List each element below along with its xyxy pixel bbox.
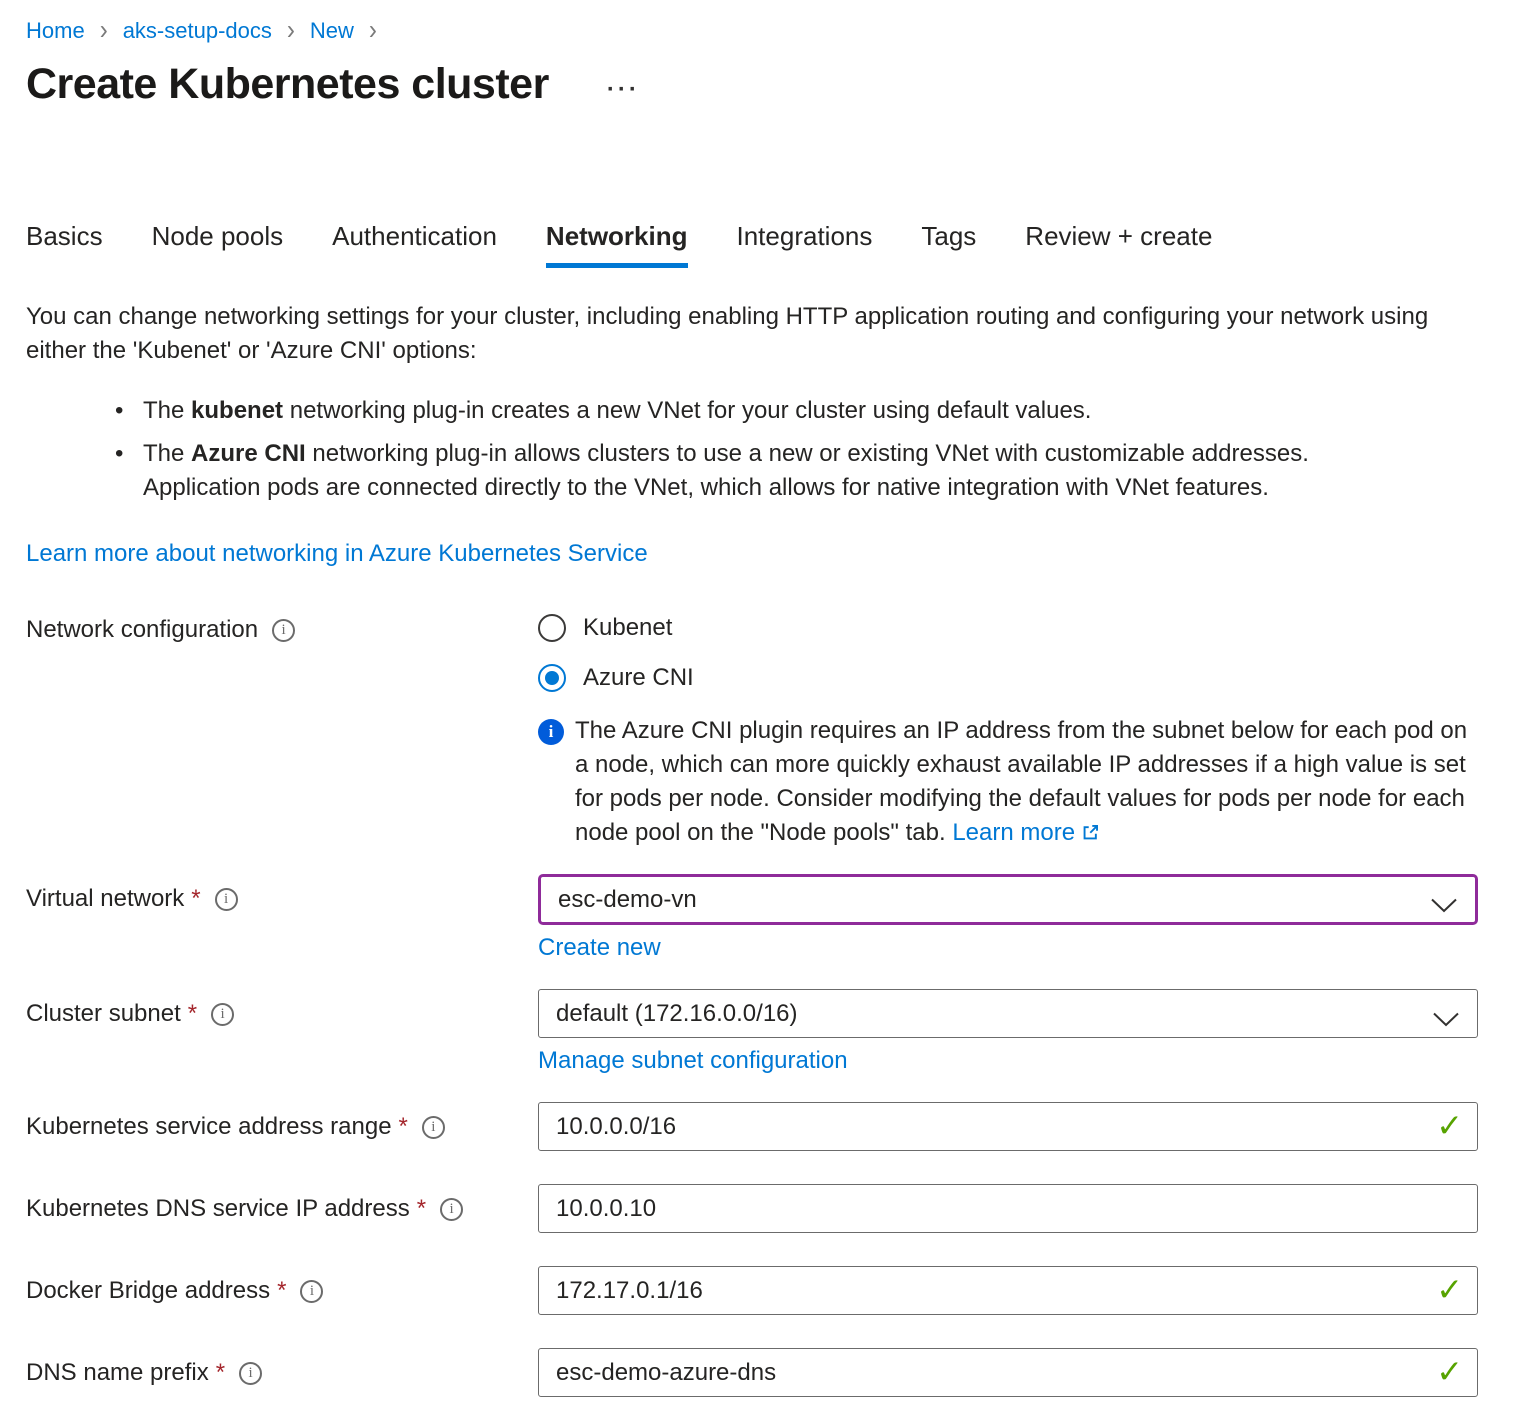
cluster-subnet-value: default (172.16.0.0/16) [556, 1000, 798, 1028]
docker-bridge-label: Docker Bridge address [26, 1277, 270, 1305]
dns-name-prefix-control: esc-demo-azure-dns ✓ [538, 1348, 1478, 1397]
dns-name-prefix-label: DNS name prefix [26, 1359, 209, 1387]
required-asterisk: * [191, 885, 200, 913]
tab-authentication[interactable]: Authentication [332, 221, 497, 268]
info-icon[interactable]: i [211, 1003, 234, 1026]
virtual-network-row: Virtual network * i esc-demo-vn Create n… [26, 874, 1490, 962]
required-asterisk: * [188, 1000, 197, 1028]
radio-unselected-icon [538, 614, 566, 642]
breadcrumb: Home › aks-setup-docs › New › [26, 16, 1490, 46]
intro-paragraph: You can change networking settings for y… [26, 300, 1436, 368]
cluster-subnet-select[interactable]: default (172.16.0.0/16) [538, 989, 1478, 1038]
breadcrumb-home[interactable]: Home [26, 16, 85, 46]
info-icon[interactable]: i [300, 1280, 323, 1303]
docker-bridge-label-cell: Docker Bridge address * i [26, 1266, 538, 1305]
info-icon[interactable]: i [272, 619, 295, 642]
tab-networking[interactable]: Networking [546, 221, 688, 268]
title-row: Create Kubernetes cluster ··· [26, 60, 1490, 109]
chevron-right-icon: › [369, 14, 377, 49]
dns-service-ip-input[interactable]: 10.0.0.10 [538, 1184, 1478, 1233]
radio-kubenet[interactable]: Kubenet [538, 614, 1478, 642]
dns-name-prefix-value: esc-demo-azure-dns [556, 1359, 776, 1387]
dns-name-prefix-label-cell: DNS name prefix * i [26, 1348, 538, 1387]
networking-form: Network configuration i Kubenet Azure CN… [26, 614, 1490, 1397]
learn-more-networking-link[interactable]: Learn more about networking in Azure Kub… [26, 540, 648, 568]
tab-node-pools[interactable]: Node pools [152, 221, 284, 268]
virtual-network-select[interactable]: esc-demo-vn [538, 874, 1478, 925]
bullet-kubenet: The kubenet networking plug-in creates a… [143, 394, 1326, 428]
service-address-range-label-cell: Kubernetes service address range * i [26, 1102, 538, 1141]
virtual-network-label-cell: Virtual network * i [26, 874, 538, 913]
cluster-subnet-label-cell: Cluster subnet * i [26, 989, 538, 1028]
external-link-icon [1081, 818, 1100, 852]
create-kubernetes-cluster-page: Home › aks-setup-docs › New › Create Kub… [0, 0, 1516, 1421]
azure-cni-info-note: i The Azure CNI plugin requires an IP ad… [538, 714, 1478, 852]
bullet-azure-cni: The Azure CNI networking plug-in allows … [143, 437, 1326, 505]
docker-bridge-control: 172.17.0.1/16 ✓ [538, 1266, 1478, 1315]
dns-service-ip-label: Kubernetes DNS service IP address [26, 1195, 410, 1223]
dns-service-ip-control: 10.0.0.10 [538, 1184, 1478, 1233]
info-learn-more-link[interactable]: Learn more [952, 819, 1075, 846]
info-icon[interactable]: i [215, 888, 238, 911]
dns-service-ip-label-cell: Kubernetes DNS service IP address * i [26, 1184, 538, 1223]
manage-subnet-configuration-link[interactable]: Manage subnet configuration [538, 1047, 848, 1075]
radio-kubenet-label: Kubenet [583, 614, 672, 642]
required-asterisk: * [417, 1195, 426, 1223]
network-configuration-label-cell: Network configuration i [26, 614, 538, 644]
virtual-network-control: esc-demo-vn Create new [538, 874, 1478, 962]
service-address-range-input[interactable]: 10.0.0.0/16 ✓ [538, 1102, 1478, 1151]
required-asterisk: * [277, 1277, 286, 1305]
valid-check-icon: ✓ [1436, 1352, 1463, 1390]
tab-review-create[interactable]: Review + create [1025, 221, 1212, 268]
service-address-range-row: Kubernetes service address range * i 10.… [26, 1102, 1490, 1151]
cluster-subnet-control: default (172.16.0.0/16) Manage subnet co… [538, 989, 1478, 1075]
radio-selected-icon [538, 664, 566, 692]
info-icon[interactable]: i [422, 1116, 445, 1139]
service-address-range-control: 10.0.0.0/16 ✓ [538, 1102, 1478, 1151]
required-asterisk: * [216, 1359, 225, 1387]
docker-bridge-value: 172.17.0.1/16 [556, 1277, 703, 1305]
chevron-down-icon [1433, 1006, 1459, 1034]
breadcrumb-aks-setup-docs[interactable]: aks-setup-docs [123, 16, 272, 46]
network-configuration-row: Network configuration i Kubenet Azure CN… [26, 614, 1490, 852]
dns-name-prefix-input[interactable]: esc-demo-azure-dns ✓ [538, 1348, 1478, 1397]
chevron-down-icon [1431, 892, 1457, 920]
tab-bar: Basics Node pools Authentication Network… [26, 221, 1490, 268]
virtual-network-label: Virtual network [26, 885, 184, 913]
cluster-subnet-row: Cluster subnet * i default (172.16.0.0/1… [26, 989, 1490, 1075]
docker-bridge-input[interactable]: 172.17.0.1/16 ✓ [538, 1266, 1478, 1315]
radio-azure-cni-label: Azure CNI [583, 664, 694, 692]
info-note-text: The Azure CNI plugin requires an IP addr… [575, 714, 1477, 852]
valid-check-icon: ✓ [1436, 1270, 1463, 1308]
dns-service-ip-value: 10.0.0.10 [556, 1195, 656, 1223]
info-filled-icon: i [538, 719, 564, 745]
breadcrumb-new[interactable]: New [310, 16, 354, 46]
chevron-right-icon: › [287, 14, 295, 49]
tab-basics[interactable]: Basics [26, 221, 103, 268]
page-title: Create Kubernetes cluster [26, 60, 549, 109]
network-configuration-control: Kubenet Azure CNI i The Azure CNI plugin… [538, 614, 1478, 852]
docker-bridge-row: Docker Bridge address * i 172.17.0.1/16 … [26, 1266, 1490, 1315]
chevron-right-icon: › [100, 14, 108, 49]
info-icon[interactable]: i [239, 1362, 262, 1385]
network-options-list: The kubenet networking plug-in creates a… [26, 394, 1326, 505]
dns-service-ip-row: Kubernetes DNS service IP address * i 10… [26, 1184, 1490, 1233]
radio-azure-cni[interactable]: Azure CNI [538, 664, 1478, 692]
dns-name-prefix-row: DNS name prefix * i esc-demo-azure-dns ✓ [26, 1348, 1490, 1397]
cluster-subnet-label: Cluster subnet [26, 1000, 181, 1028]
more-options-icon[interactable]: ··· [607, 76, 640, 104]
network-configuration-label: Network configuration [26, 616, 258, 644]
info-icon[interactable]: i [440, 1198, 463, 1221]
virtual-network-value: esc-demo-vn [558, 886, 697, 914]
create-new-vnet-link[interactable]: Create new [538, 934, 661, 962]
service-address-range-label: Kubernetes service address range [26, 1113, 392, 1141]
tab-integrations[interactable]: Integrations [737, 221, 873, 268]
service-address-range-value: 10.0.0.0/16 [556, 1113, 676, 1141]
valid-check-icon: ✓ [1436, 1106, 1463, 1144]
required-asterisk: * [399, 1113, 408, 1141]
tab-tags[interactable]: Tags [921, 221, 976, 268]
